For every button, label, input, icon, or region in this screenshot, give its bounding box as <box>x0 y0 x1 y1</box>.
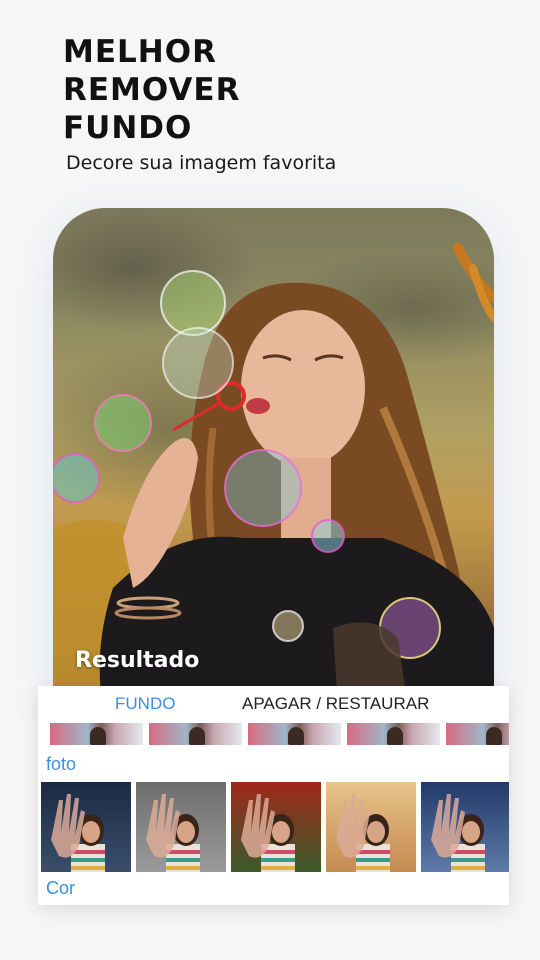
panel-tabs: FUNDO APAGAR / RESTAURAR <box>38 694 509 722</box>
section-label-photo: foto <box>46 754 77 774</box>
tab-background[interactable]: FUNDO <box>115 694 175 714</box>
background-photo-option[interactable] <box>41 782 131 872</box>
section-label-color: Cor <box>46 878 76 898</box>
layer-preview[interactable] <box>149 723 242 745</box>
headline-line-1: MELHOR <box>63 34 217 70</box>
background-photo-option[interactable] <box>231 782 321 872</box>
headline: MELHOR REMOVER FUNDO <box>63 33 240 147</box>
layer-preview[interactable] <box>50 723 143 745</box>
tab-erase-restore[interactable]: APAGAR / RESTAURAR <box>242 694 429 714</box>
wheat-stalk <box>453 243 494 322</box>
background-photo-list <box>41 782 509 872</box>
result-preview-card: Resultado <box>53 208 494 708</box>
lips <box>246 398 270 414</box>
layer-preview[interactable] <box>347 723 440 745</box>
headline-line-3: FUNDO <box>63 110 193 146</box>
background-photo-option[interactable] <box>421 782 509 872</box>
background-photo-option[interactable] <box>136 782 226 872</box>
woman-face <box>241 310 365 466</box>
background-photo-option[interactable] <box>326 782 416 872</box>
layer-preview[interactable] <box>446 723 509 745</box>
headline-line-2: REMOVER <box>63 72 241 108</box>
layer-preview[interactable] <box>248 723 341 745</box>
result-label: Resultado <box>75 648 200 673</box>
layer-preview-strip <box>50 723 509 745</box>
result-photo <box>53 243 494 708</box>
editor-panel: FUNDO APAGAR / RESTAURAR foto Cor <box>38 686 509 905</box>
subtitle: Decore sua imagem favorita <box>66 152 337 174</box>
